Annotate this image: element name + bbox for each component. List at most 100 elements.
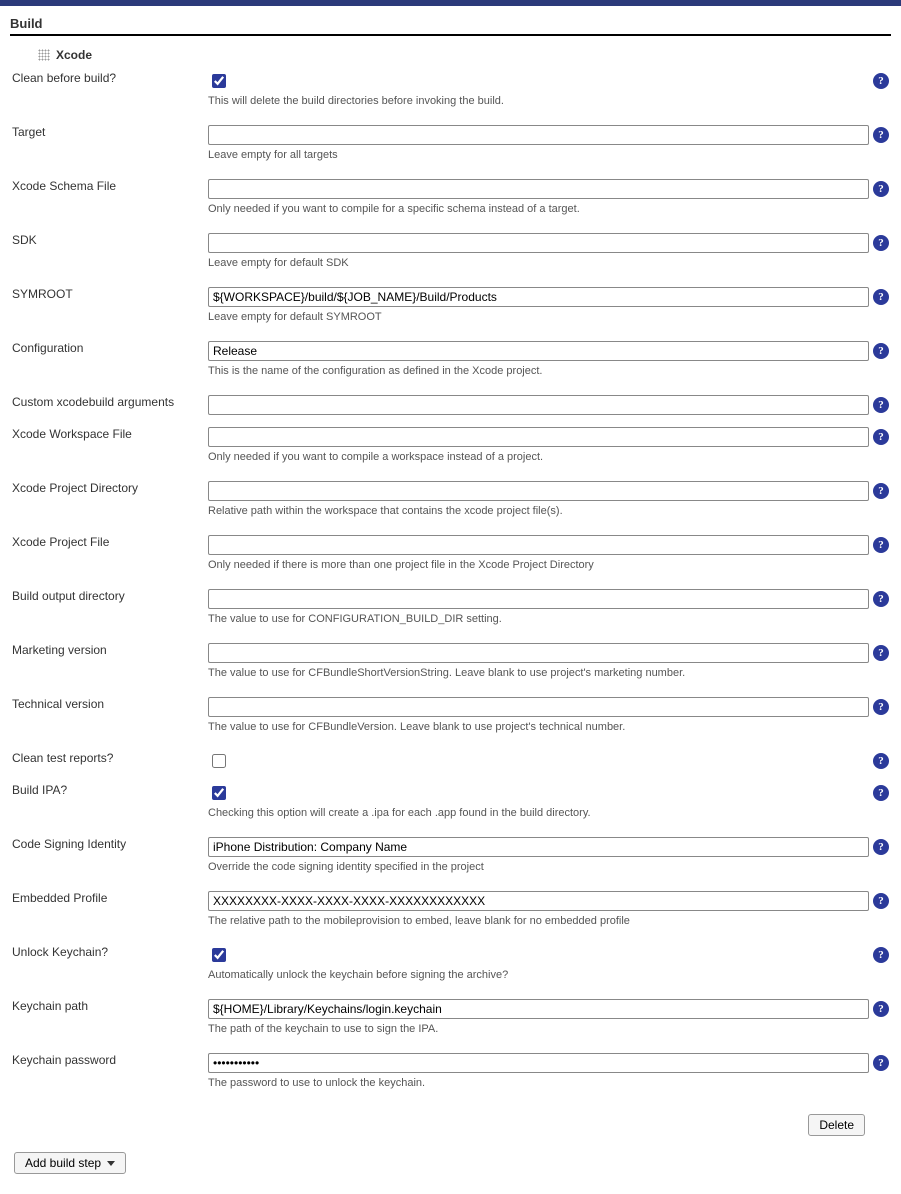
xcode-workspace-file-description: Only needed if you want to compile a wor… — [208, 451, 889, 463]
help-icon[interactable]: ? — [873, 235, 889, 251]
custom-xcodebuild-args-label: Custom xcodebuild arguments — [10, 392, 206, 418]
xcode-schema-file-description: Only needed if you want to compile for a… — [208, 203, 889, 215]
keychain-path-description: The path of the keychain to use to sign … — [208, 1023, 889, 1035]
configuration-description: This is the name of the configuration as… — [208, 365, 889, 377]
custom-xcodebuild-args-input[interactable] — [208, 395, 869, 415]
build-ipa-input[interactable] — [212, 786, 226, 800]
unlock-keychain-description: Automatically unlock the keychain before… — [208, 969, 889, 981]
xcode-project-dir-input[interactable] — [208, 481, 869, 501]
help-icon[interactable]: ? — [873, 289, 889, 305]
help-icon[interactable]: ? — [873, 645, 889, 661]
help-icon[interactable]: ? — [873, 483, 889, 499]
help-icon[interactable]: ? — [873, 73, 889, 89]
form-row: Custom xcodebuild arguments? — [10, 392, 891, 418]
help-icon[interactable]: ? — [873, 1055, 889, 1071]
form-row: Configuration? This is the name of the co… — [10, 338, 891, 386]
form-row: Xcode Schema File? Only needed if you wan… — [10, 176, 891, 224]
keychain-path-label: Keychain path — [10, 996, 206, 1044]
xcode-project-dir-label: Xcode Project Directory — [10, 478, 206, 526]
code-signing-identity-description: Override the code signing identity speci… — [208, 861, 889, 873]
form-row: SDK?Leave empty for default SDK — [10, 230, 891, 278]
clean-before-build-description: This will delete the build directories b… — [208, 95, 889, 107]
symroot-description: Leave empty for default SYMROOT — [208, 311, 889, 323]
form-row: Target? Leave empty for all targets — [10, 122, 891, 170]
build-output-dir-description: The value to use for CONFIGURATION_BUILD… — [208, 613, 889, 625]
xcode-project-file-input[interactable] — [208, 535, 869, 555]
group-title-row: Xcode — [10, 46, 891, 68]
help-icon[interactable]: ? — [873, 839, 889, 855]
technical-version-description: The value to use for CFBundleVersion. Le… — [208, 721, 889, 733]
help-icon[interactable]: ? — [873, 397, 889, 413]
form-row: Clean before build?? This will delete the… — [10, 68, 891, 116]
help-icon[interactable]: ? — [873, 699, 889, 715]
keychain-password-description: The password to use to unlock the keycha… — [208, 1077, 889, 1089]
form-row: Unlock Keychain?? Automatically unlock th… — [10, 942, 891, 990]
drag-handle-icon[interactable] — [38, 49, 50, 61]
symroot-input[interactable] — [208, 287, 869, 307]
embedded-profile-label: Embedded Profile — [10, 888, 206, 936]
help-icon[interactable]: ? — [873, 893, 889, 909]
keychain-path-input[interactable] — [208, 999, 869, 1019]
technical-version-input[interactable] — [208, 697, 869, 717]
clean-before-build-input[interactable] — [212, 74, 226, 88]
help-icon[interactable]: ? — [873, 591, 889, 607]
configuration-input[interactable] — [208, 341, 869, 361]
form-row: Technical version? The value to use for C… — [10, 694, 891, 742]
form-row: Xcode Workspace File? Only needed if you … — [10, 424, 891, 472]
delete-button[interactable]: Delete — [808, 1114, 865, 1136]
help-icon[interactable]: ? — [873, 127, 889, 143]
xcode-project-dir-description: Relative path within the workspace that … — [208, 505, 889, 517]
xcode-schema-file-input[interactable] — [208, 179, 869, 199]
xcode-schema-file-label: Xcode Schema File — [10, 176, 206, 224]
clean-before-build-label: Clean before build? — [10, 68, 206, 116]
sdk-input[interactable] — [208, 233, 869, 253]
embedded-profile-input[interactable] — [208, 891, 869, 911]
marketing-version-input[interactable] — [208, 643, 869, 663]
symroot-label: SYMROOT — [10, 284, 206, 332]
form-row: Build output directory? The value to use … — [10, 586, 891, 634]
help-icon[interactable]: ? — [873, 181, 889, 197]
keychain-password-input[interactable] — [208, 1053, 869, 1073]
add-build-step-button[interactable]: Add build step — [14, 1152, 126, 1174]
xcode-workspace-file-label: Xcode Workspace File — [10, 424, 206, 472]
help-icon[interactable]: ? — [873, 343, 889, 359]
form-row: SYMROOT? Leave empty for default SYMROOT — [10, 284, 891, 332]
target-label: Target — [10, 122, 206, 170]
embedded-profile-description: The relative path to the mobileprovision… — [208, 915, 889, 927]
sdk-label: SDK — [10, 230, 206, 278]
build-form: Clean before build?? This will delete the… — [10, 68, 891, 1104]
keychain-password-label: Keychain password — [10, 1050, 206, 1098]
help-icon[interactable]: ? — [873, 429, 889, 445]
code-signing-identity-input[interactable] — [208, 837, 869, 857]
target-input[interactable] — [208, 125, 869, 145]
marketing-version-description: The value to use for CFBundleShortVersio… — [208, 667, 889, 679]
help-icon[interactable]: ? — [873, 785, 889, 801]
unlock-keychain-label: Unlock Keychain? — [10, 942, 206, 990]
build-output-dir-input[interactable] — [208, 589, 869, 609]
xcode-project-file-label: Xcode Project File — [10, 532, 206, 580]
form-row: Marketing version? The value to use for C… — [10, 640, 891, 688]
technical-version-label: Technical version — [10, 694, 206, 742]
configuration-label: Configuration — [10, 338, 206, 386]
add-build-step-label: Add build step — [25, 1156, 101, 1170]
help-icon[interactable]: ? — [873, 753, 889, 769]
help-icon[interactable]: ? — [873, 537, 889, 553]
clean-test-reports-input[interactable] — [212, 754, 226, 768]
marketing-version-label: Marketing version — [10, 640, 206, 688]
help-icon[interactable]: ? — [873, 1001, 889, 1017]
form-row: Xcode Project Directory? Relative path wi… — [10, 478, 891, 526]
unlock-keychain-input[interactable] — [212, 948, 226, 962]
form-row: Embedded Profile? The relative path to th… — [10, 888, 891, 936]
form-row: Keychain path? The path of the keychain t… — [10, 996, 891, 1044]
build-ipa-description: Checking this option will create a .ipa … — [208, 807, 889, 819]
xcode-workspace-file-input[interactable] — [208, 427, 869, 447]
build-output-dir-label: Build output directory — [10, 586, 206, 634]
build-ipa-label: Build IPA? — [10, 780, 206, 828]
form-row: Keychain password? The password to use to… — [10, 1050, 891, 1098]
group-title: Xcode — [56, 48, 92, 62]
form-row: Xcode Project File? Only needed if there … — [10, 532, 891, 580]
target-description: Leave empty for all targets — [208, 149, 889, 161]
xcode-project-file-description: Only needed if there is more than one pr… — [208, 559, 889, 571]
chevron-down-icon — [107, 1161, 115, 1166]
help-icon[interactable]: ? — [873, 947, 889, 963]
